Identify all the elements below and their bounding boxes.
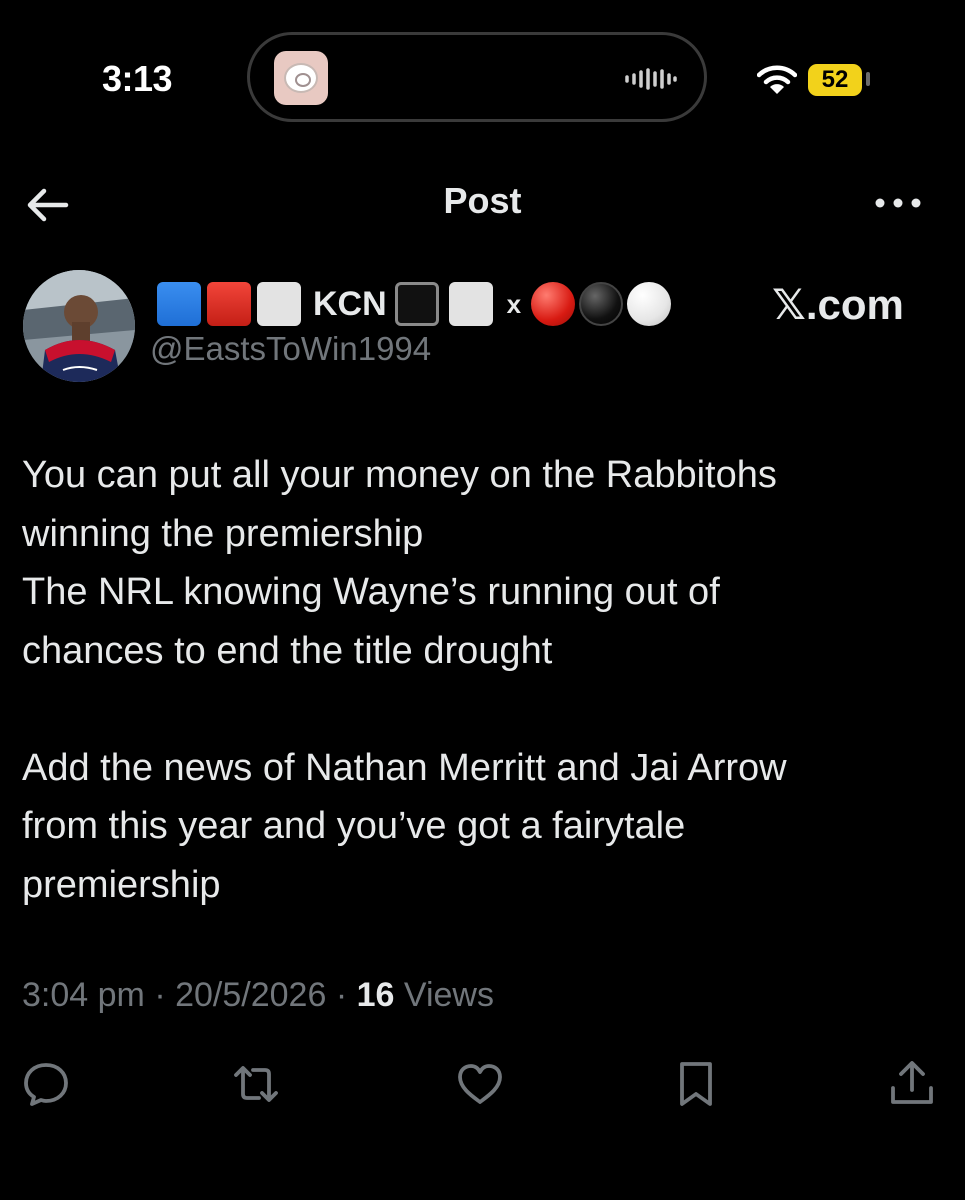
- battery-icon: 52: [808, 64, 862, 96]
- audio-waveform-icon: [625, 68, 677, 90]
- meta-dot: ·: [154, 976, 166, 1014]
- user-handle[interactable]: @EastsToWin1994: [150, 330, 431, 368]
- white-circle-emoji: [627, 282, 672, 326]
- bookmark-icon[interactable]: [670, 1058, 722, 1110]
- post-line: from this year and you’ve got a fairytal…: [22, 805, 686, 847]
- meta-dot: ·: [335, 976, 348, 1014]
- avatar[interactable]: [23, 270, 135, 382]
- post-line: Add the news of Nathan Merritt and Jai A…: [22, 746, 787, 789]
- status-time: 3:13: [102, 58, 173, 99]
- post-line: chances to end the title drought: [22, 629, 553, 672]
- views-label: Views: [403, 976, 494, 1014]
- name-separator: x: [506, 288, 522, 319]
- display-name[interactable]: KCN x: [157, 280, 675, 328]
- reply-icon[interactable]: [20, 1058, 72, 1110]
- display-name-text: KCN: [313, 284, 387, 323]
- post-date[interactable]: 20/5/2026: [175, 976, 326, 1014]
- post-text: You can put all your money on the Rabbit…: [22, 446, 942, 914]
- repost-icon[interactable]: [230, 1058, 282, 1110]
- page-title: Post: [443, 180, 522, 221]
- red-square-emoji: [207, 282, 251, 326]
- more-horizontal-icon[interactable]: [870, 185, 926, 221]
- source-watermark: 𝕏.com: [772, 281, 904, 328]
- black-circle-emoji: [579, 282, 624, 326]
- red-circle-emoji: [531, 282, 576, 326]
- post-line: premiership: [22, 863, 221, 906]
- white-square-emoji: [257, 282, 301, 326]
- wifi-icon: [757, 65, 797, 94]
- post-time[interactable]: 3:04 pm: [22, 976, 145, 1014]
- post-line: winning the premiership: [22, 512, 424, 555]
- dynamic-island[interactable]: [247, 32, 707, 122]
- like-icon[interactable]: [454, 1058, 506, 1110]
- battery-nub: [866, 72, 870, 86]
- post-line: You can put all your money on the Rabbit…: [22, 454, 777, 496]
- post-line: The NRL knowing Wayne’s running out of: [22, 571, 720, 613]
- now-playing-art: [274, 51, 328, 105]
- white-square-emoji: [448, 282, 493, 326]
- black-square-emoji: [394, 282, 439, 326]
- blue-square-emoji: [157, 282, 201, 326]
- views-count: 16: [356, 976, 395, 1014]
- post-meta: 3:04 pm · 20/5/2026 · 16 Views: [22, 976, 494, 1015]
- share-icon[interactable]: [886, 1058, 938, 1110]
